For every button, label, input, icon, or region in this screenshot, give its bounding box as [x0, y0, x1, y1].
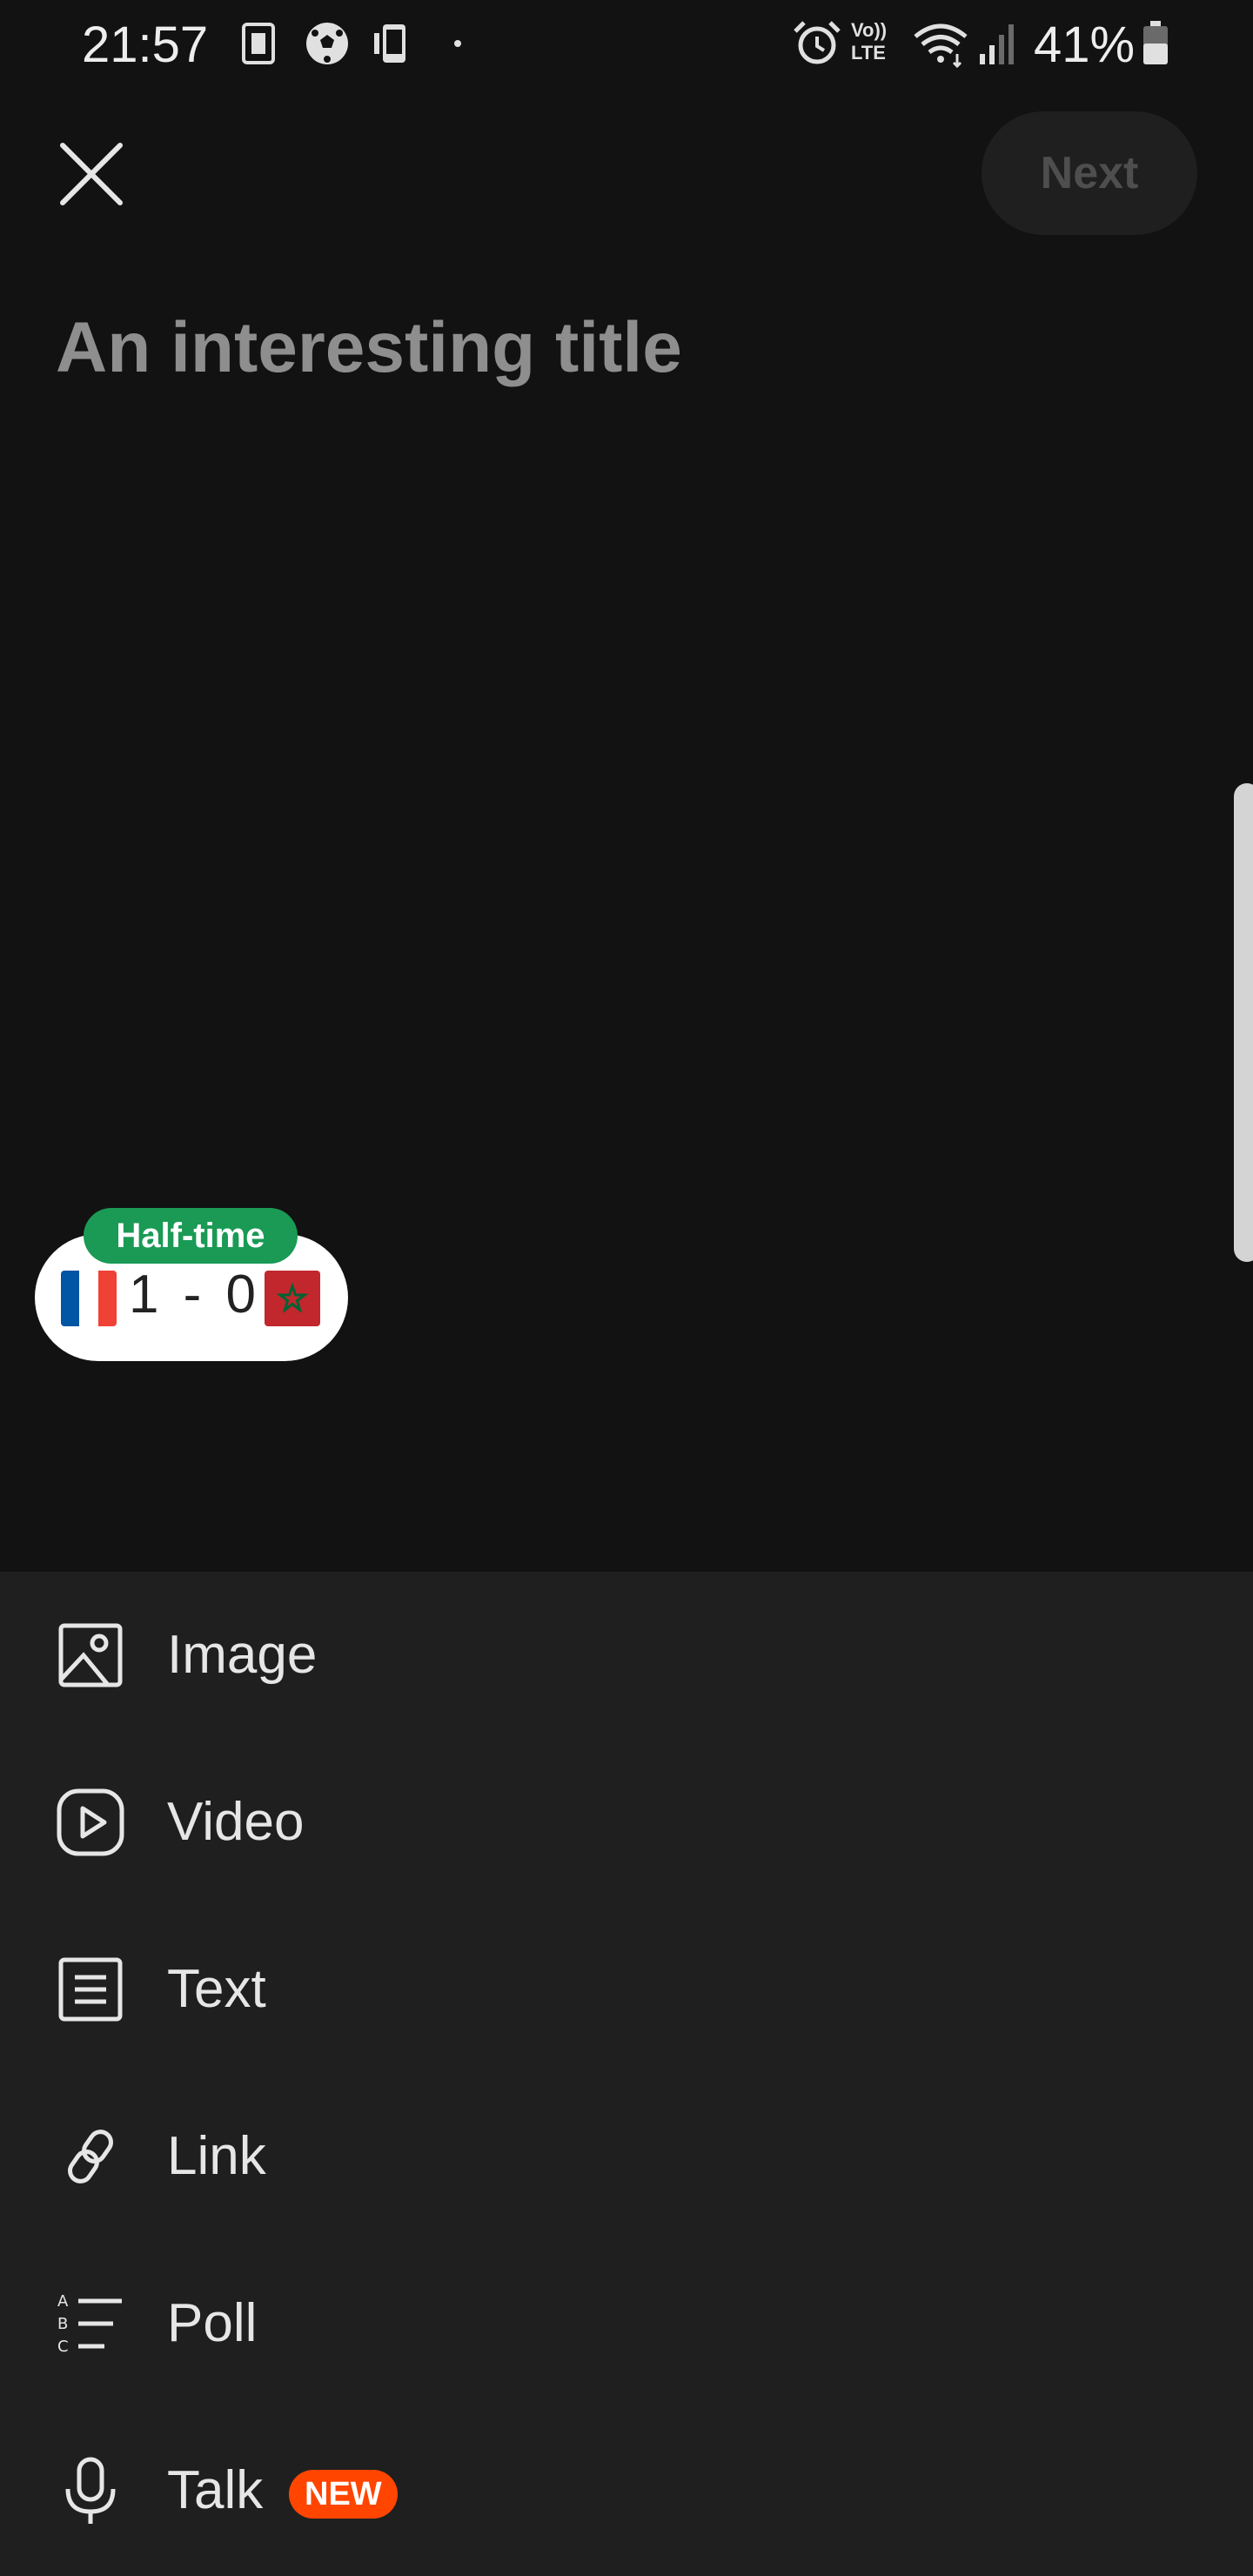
- battery-icon: [1143, 21, 1168, 64]
- post-type-video[interactable]: Video: [0, 1739, 1253, 1906]
- new-badge: NEW: [289, 2470, 398, 2519]
- post-type-talk[interactable]: Talk NEW: [0, 2407, 1253, 2574]
- post-type-label: Poll: [167, 2293, 258, 2353]
- post-type-label: Image: [167, 1625, 318, 1685]
- close-button[interactable]: [52, 135, 131, 213]
- score: 1 - 0: [129, 1264, 258, 1325]
- status-bar: 21:57 Vo)) LTE 41%: [0, 0, 1253, 87]
- away-score: 0: [225, 1265, 258, 1325]
- link-icon: [68, 2130, 113, 2184]
- status-time: 21:57: [82, 17, 209, 73]
- post-type-link[interactable]: Link: [0, 2073, 1253, 2240]
- france-flag-icon: [61, 1271, 117, 1326]
- post-type-image[interactable]: Image: [0, 1572, 1253, 1739]
- home-score: 1: [129, 1265, 161, 1325]
- match-status-badge: Half-time: [84, 1208, 298, 1264]
- morocco-flag-icon: [265, 1271, 320, 1326]
- svg-text:B: B: [57, 2315, 68, 2333]
- sim-card-icon: [242, 23, 275, 64]
- text-document-icon: [58, 1957, 123, 2022]
- volte-icon: Vo)) LTE: [851, 19, 888, 64]
- signal-icon: [980, 24, 1014, 64]
- post-type-text[interactable]: Text: [0, 1906, 1253, 2073]
- wifi-icon: [914, 23, 968, 68]
- post-type-sheet: Image Video Text Link A B C Poll Talk NE…: [0, 1572, 1253, 2576]
- soccer-ball-icon: [306, 23, 348, 64]
- post-type-label: Link: [167, 2126, 266, 2186]
- poll-list-icon: A B C: [57, 2292, 122, 2356]
- phone-vibrate-icon: [374, 24, 405, 63]
- dot-icon: [454, 40, 461, 47]
- morocco-star-icon: [276, 1282, 309, 1313]
- score-separator: -: [183, 1265, 204, 1325]
- microphone-icon: [65, 2457, 116, 2524]
- alarm-icon: [794, 21, 841, 64]
- svg-text:A: A: [57, 2292, 69, 2311]
- title-input[interactable]: [56, 296, 1187, 400]
- battery-percentage: 41%: [1034, 17, 1136, 73]
- scroll-handle[interactable]: [1234, 783, 1253, 1262]
- post-type-poll[interactable]: A B C Poll: [0, 2240, 1253, 2407]
- post-type-label: Talk: [167, 2460, 264, 2520]
- post-type-label: Video: [167, 1792, 305, 1852]
- close-icon: [60, 143, 123, 205]
- next-button[interactable]: Next: [982, 111, 1197, 235]
- image-icon: [58, 1623, 123, 1687]
- post-type-label: Text: [167, 1959, 266, 2019]
- svg-text:C: C: [57, 2338, 69, 2356]
- video-play-icon: [57, 1788, 124, 1856]
